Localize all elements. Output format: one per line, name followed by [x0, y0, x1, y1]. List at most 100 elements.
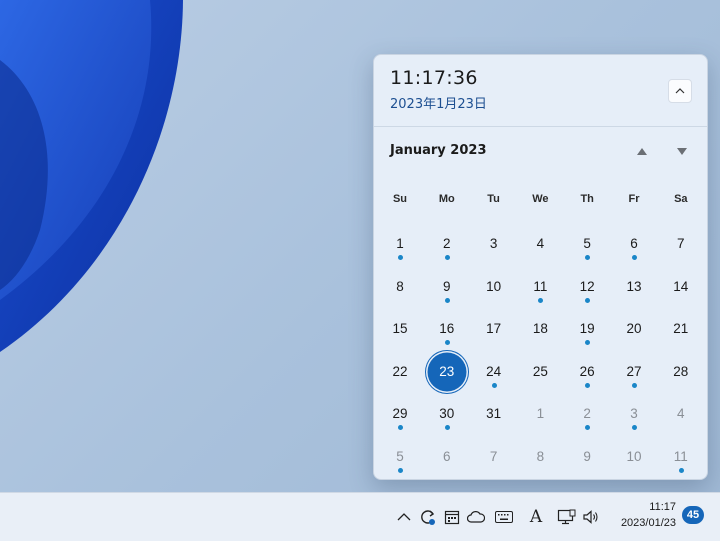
calendar-day[interactable]: 4: [520, 226, 560, 262]
calendar-grid: Su Mo Tu We Th Fr Sa 1 2 3 4 5 6 7 8 9 10 11 12 13 14 15 16 17 1…: [376, 185, 705, 475]
event-dot: [632, 382, 637, 388]
next-month-button[interactable]: [671, 143, 693, 159]
calendar-day[interactable]: 7: [474, 439, 514, 475]
calendar-day[interactable]: 9: [427, 269, 467, 305]
network-icon[interactable]: [557, 507, 577, 527]
chevron-up-icon: [675, 88, 685, 94]
clock-date: 2023年1月23日: [390, 97, 487, 112]
calendar-day[interactable]: 31: [474, 396, 514, 432]
calendar-day[interactable]: 28: [661, 354, 701, 390]
day-number: 25: [532, 363, 548, 379]
calendar-day[interactable]: 1: [520, 396, 560, 432]
day-number: 20: [626, 321, 642, 337]
calendar-day[interactable]: 14: [661, 269, 701, 305]
event-dot: [444, 297, 450, 303]
clock-time: 11:17:36: [390, 67, 478, 89]
weekday-header: Th: [580, 193, 594, 205]
calendar-day[interactable]: 10: [614, 439, 654, 475]
calendar-day[interactable]: 21: [661, 311, 701, 347]
calendar-day[interactable]: 3: [614, 396, 654, 432]
day-number: 8: [536, 449, 545, 464]
day-number: 10: [626, 449, 642, 464]
day-number: 9: [583, 449, 591, 464]
day-number: 17: [486, 321, 502, 337]
calendar-day[interactable]: 25: [520, 354, 560, 390]
weekday-header: Mo: [438, 193, 455, 205]
calendar-day[interactable]: 2: [567, 396, 607, 432]
event-dot: [585, 382, 591, 388]
calendar-day[interactable]: 29: [380, 396, 420, 432]
calendar-day[interactable]: 4: [661, 396, 701, 432]
calendar-day[interactable]: 17: [474, 311, 514, 347]
keyboard-icon[interactable]: [494, 507, 514, 527]
calendar-day[interactable]: 15: [380, 311, 420, 347]
event-dot: [398, 468, 403, 473]
calendar-day[interactable]: 6: [427, 439, 467, 475]
month-year-label[interactable]: January 2023: [390, 143, 486, 158]
previous-month-button[interactable]: [631, 143, 653, 159]
day-number: 13: [626, 278, 642, 294]
calendar-day[interactable]: 11: [520, 269, 560, 305]
calendar-day[interactable]: 6: [614, 226, 654, 262]
event-dot: [585, 297, 591, 303]
speaker-icon[interactable]: [581, 507, 601, 527]
calendar-day[interactable]: 9: [567, 439, 607, 475]
calendar-day[interactable]: 20: [614, 311, 654, 347]
calendar-day[interactable]: 8: [520, 439, 560, 475]
event-dot: [678, 468, 684, 473]
wallpaper-bloom: [0, 0, 183, 352]
calendar-day[interactable]: 1: [380, 226, 420, 262]
event-dot: [491, 382, 497, 388]
ime-a-icon[interactable]: A: [526, 507, 546, 527]
event-dot: [444, 255, 450, 260]
day-number: 18: [532, 321, 548, 337]
calendar-day[interactable]: 5: [567, 226, 607, 262]
day-number: 6: [443, 449, 451, 464]
event-dot: [398, 255, 403, 260]
weekday-header: Fr: [628, 193, 640, 205]
calendar-day[interactable]: 2: [427, 226, 467, 262]
calendar-day[interactable]: 11: [661, 439, 701, 475]
calendar-day[interactable]: 3: [474, 226, 514, 262]
sync-icon[interactable]: [418, 507, 438, 527]
calendar-day[interactable]: 22: [380, 354, 420, 390]
notification-count-badge[interactable]: 45: [682, 506, 704, 524]
day-number: 10: [486, 278, 502, 294]
calendar-day[interactable]: 18: [520, 311, 560, 347]
taskbar-clock-time[interactable]: 11:17: [649, 501, 676, 513]
collapse-calendar-button[interactable]: [668, 79, 692, 103]
clock-header: 11:17:36 2023年1月23日: [374, 55, 707, 127]
calendar-day[interactable]: 26: [567, 354, 607, 390]
calendar-day[interactable]: 30: [427, 396, 467, 432]
day-number: 7: [677, 236, 685, 251]
calendar-day[interactable]: 10: [474, 269, 514, 305]
triangle-down-icon: [677, 147, 687, 155]
calendar-day[interactable]: 8: [380, 269, 420, 305]
day-number: 14: [673, 278, 689, 294]
calendar-day[interactable]: 5: [380, 439, 420, 475]
day-number: 7: [489, 449, 498, 464]
calendar-day[interactable]: 13: [614, 269, 654, 305]
calendar-app-icon[interactable]: [442, 507, 462, 527]
cloud-icon[interactable]: [466, 507, 486, 527]
event-dot: [632, 255, 637, 260]
day-number: 4: [536, 236, 545, 251]
day-number: 21: [673, 321, 689, 337]
calendar-day[interactable]: 24: [474, 354, 514, 390]
weekday-header: We: [532, 193, 549, 205]
calendar-day-today[interactable]: 23: [427, 353, 467, 390]
taskbar: A 11:17 2023/01/23: [0, 492, 720, 541]
weekday-header: Tu: [487, 193, 500, 205]
calendar-day[interactable]: 16: [427, 311, 467, 347]
calendar-flyout: 11:17:36 2023年1月23日 January 2023 Su Mo Tu W…: [373, 54, 708, 480]
day-number: 3: [489, 236, 498, 251]
chevron-up-icon[interactable]: [394, 507, 414, 527]
day-number: 31: [486, 406, 502, 422]
calendar-day[interactable]: 12: [567, 269, 607, 305]
day-number: 28: [673, 363, 689, 379]
taskbar-clock-date[interactable]: 2023/01/23: [621, 517, 676, 529]
day-number: 8: [396, 278, 404, 294]
calendar-day[interactable]: 19: [567, 311, 607, 347]
calendar-day[interactable]: 7: [661, 226, 701, 262]
calendar-day[interactable]: 27: [614, 354, 654, 390]
